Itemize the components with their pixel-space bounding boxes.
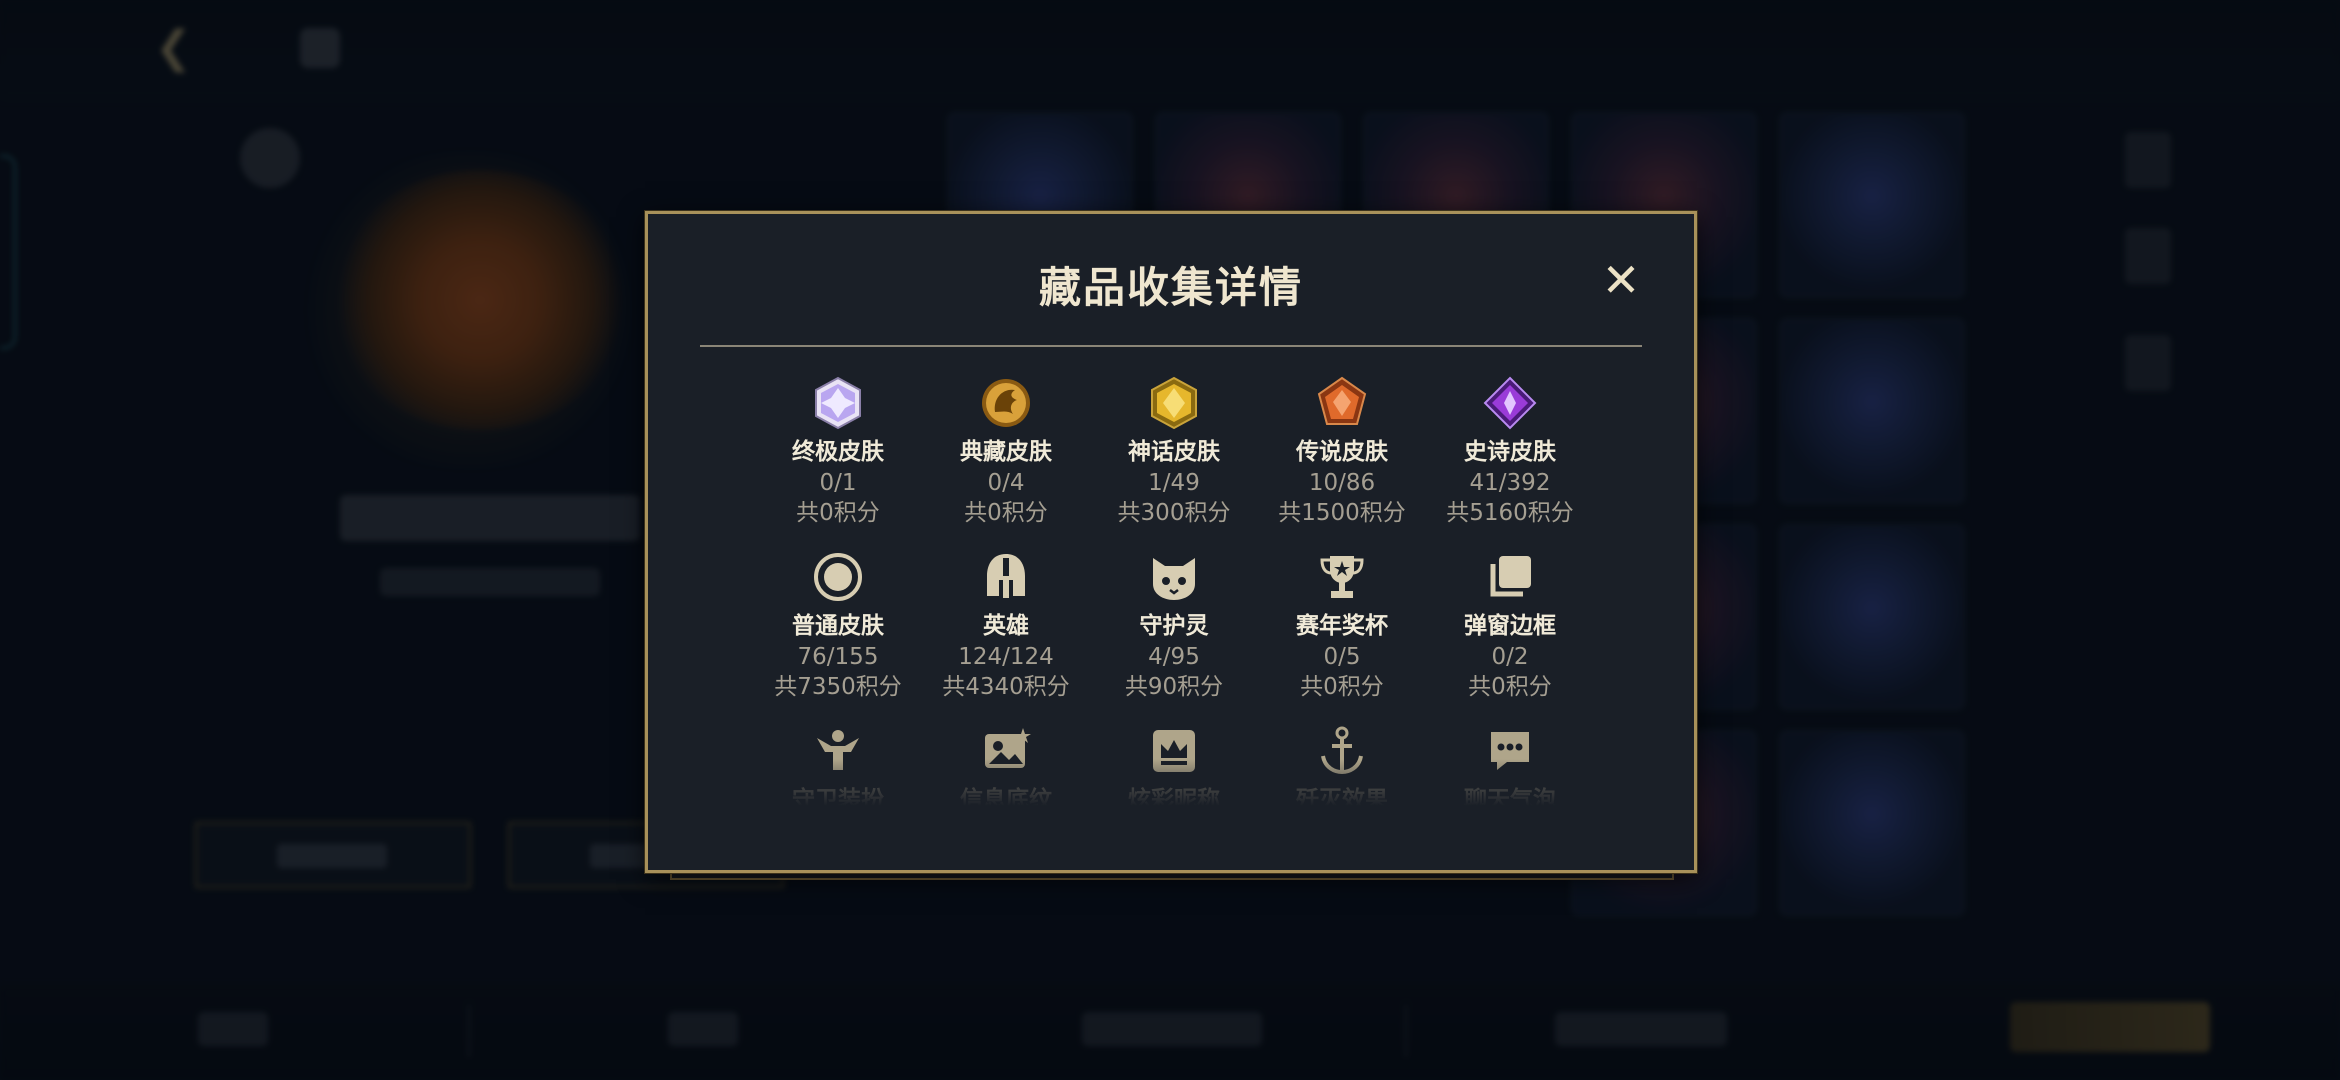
item-name: 弹窗边框: [1464, 613, 1556, 639]
item-points: 共300积分: [1117, 500, 1231, 526]
item-name: 终极皮肤: [792, 439, 884, 465]
item-count: 0/1: [819, 470, 857, 496]
item-name: 典藏皮肤: [960, 439, 1052, 465]
item-points: 共7350积分: [774, 674, 902, 700]
item-count: 0/5: [1323, 644, 1361, 670]
item-points: 共4340积分: [942, 674, 1070, 700]
dialog-title: 藏品收集详情: [1038, 263, 1303, 312]
item-name: 赛年奖杯: [1296, 613, 1388, 639]
collection-item-legend-skin[interactable]: 传说皮肤 10/86 共1500积分: [1258, 376, 1426, 528]
collection-item-guard-outfit[interactable]: 守卫装扮: [754, 724, 922, 814]
collection-detail-dialog: 藏品收集详情 ✕ 终极皮肤 0/1 共0积分 典藏皮肤 0/4 共0积分 神话皮…: [645, 211, 1697, 873]
item-name: 歼灭效果: [1296, 787, 1388, 813]
legend-skin-gem-icon: [1315, 376, 1369, 430]
collection-item-collection-skin[interactable]: 典藏皮肤 0/4 共0积分: [922, 376, 1090, 528]
item-count: 124/124: [958, 644, 1054, 670]
season-trophy-icon: [1315, 550, 1369, 604]
item-points: 共1500积分: [1278, 500, 1406, 526]
item-name: 信息底纹: [960, 787, 1052, 813]
item-count: 0/4: [987, 470, 1025, 496]
colorful-nickname-icon: [1147, 724, 1201, 778]
item-count: 76/155: [797, 644, 879, 670]
popup-frame-icon: [1483, 550, 1537, 604]
collection-item-guardian-spirit[interactable]: 守护灵 4/95 共90积分: [1090, 550, 1258, 702]
chat-bubble-icon: [1483, 724, 1537, 778]
collection-item-chat-bubble[interactable]: 聊天气泡: [1426, 724, 1594, 814]
item-points: 共0积分: [1468, 674, 1552, 700]
collection-item-annihilation-effect[interactable]: 歼灭效果: [1258, 724, 1426, 814]
collection-item-hero[interactable]: 英雄 124/124 共4340积分: [922, 550, 1090, 702]
item-name: 英雄: [983, 613, 1029, 639]
item-points: 共0积分: [1300, 674, 1384, 700]
close-button[interactable]: ✕: [1600, 257, 1642, 303]
legendary-collection-dragon-icon: [979, 376, 1033, 430]
collection-item-colorful-nickname[interactable]: 炫彩昵称: [1090, 724, 1258, 814]
collection-item-mythic-skin[interactable]: 神话皮肤 1/49 共300积分: [1090, 376, 1258, 528]
guard-outfit-icon: [811, 724, 865, 778]
item-name: 守护灵: [1139, 613, 1209, 639]
item-points: 共5160积分: [1446, 500, 1574, 526]
item-name: 史诗皮肤: [1464, 439, 1556, 465]
item-name: 聊天气泡: [1464, 787, 1556, 813]
item-count: 10/86: [1308, 470, 1376, 496]
collection-item-popup-frame[interactable]: 弹窗边框 0/2 共0积分: [1426, 550, 1594, 702]
collection-item-info-background[interactable]: 信息底纹: [922, 724, 1090, 814]
item-count: 41/392: [1469, 470, 1551, 496]
epic-skin-gem-icon: [1483, 376, 1537, 430]
item-name: 传说皮肤: [1296, 439, 1388, 465]
item-points: 共90积分: [1124, 674, 1224, 700]
ultimate-skin-gem-icon: [811, 376, 865, 430]
title-divider: [700, 345, 1642, 347]
item-name: 炫彩昵称: [1128, 787, 1220, 813]
collection-item-ultimate-skin[interactable]: 终极皮肤 0/1 共0积分: [754, 376, 922, 528]
item-count: 0/2: [1491, 644, 1529, 670]
guardian-spirit-icon: [1147, 550, 1201, 604]
hero-helmet-icon: [979, 550, 1033, 604]
mythic-skin-gem-icon: [1147, 376, 1201, 430]
item-points: 共0积分: [796, 500, 880, 526]
item-count: 4/95: [1148, 644, 1200, 670]
info-background-icon: [979, 724, 1033, 778]
collection-item-season-trophy[interactable]: 赛年奖杯 0/5 共0积分: [1258, 550, 1426, 702]
item-name: 守卫装扮: [792, 787, 884, 813]
item-name: 普通皮肤: [792, 613, 884, 639]
item-name: 神话皮肤: [1128, 439, 1220, 465]
item-points: 共0积分: [964, 500, 1048, 526]
collection-item-normal-skin[interactable]: 普通皮肤 76/155 共7350积分: [754, 550, 922, 702]
annihilation-effect-icon: [1315, 724, 1369, 778]
collection-item-epic-skin[interactable]: 史诗皮肤 41/392 共5160积分: [1426, 376, 1594, 528]
item-count: 1/49: [1148, 470, 1200, 496]
normal-skin-ring-icon: [811, 550, 865, 604]
